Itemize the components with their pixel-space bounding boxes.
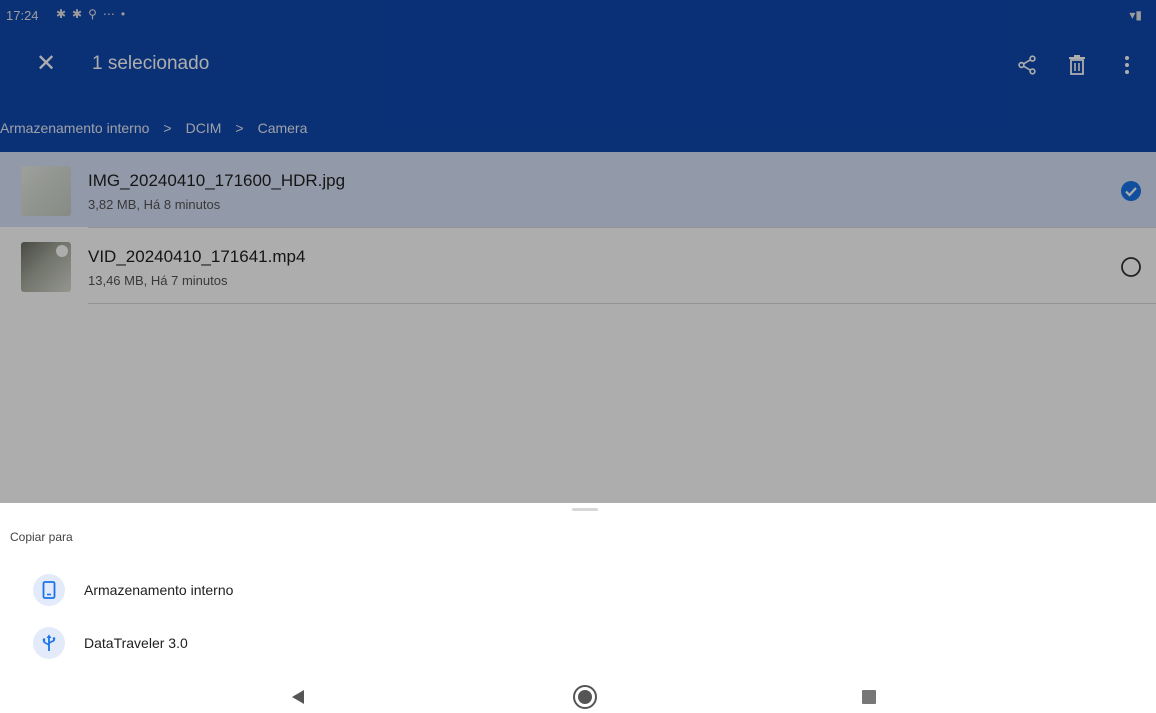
destination-internal-storage[interactable]: Armazenamento interno	[0, 567, 1156, 615]
copy-to-bottom-sheet: Copiar para Armazenamento interno DataTr…	[0, 503, 1156, 683]
usb-icon	[33, 627, 65, 659]
back-icon	[292, 690, 304, 704]
destination-label: Armazenamento interno	[84, 582, 234, 598]
system-navigation-bar	[0, 683, 1156, 713]
file-manager-app: 17:24 ✱✱⚲⋯• ▾▮ ✕ 1 selecionado Armazenam…	[0, 0, 1156, 503]
modal-scrim[interactable]	[0, 0, 1156, 503]
back-button[interactable]	[284, 685, 312, 709]
sheet-title: Copiar para	[10, 530, 73, 544]
destination-datatraveler[interactable]: DataTraveler 3.0	[0, 620, 1156, 668]
home-button[interactable]	[571, 685, 599, 709]
phone-icon	[33, 574, 65, 606]
home-icon	[573, 685, 597, 709]
recents-icon	[862, 690, 876, 704]
destination-label: DataTraveler 3.0	[84, 635, 188, 651]
drag-handle[interactable]	[572, 508, 598, 511]
recents-button[interactable]	[855, 685, 883, 709]
